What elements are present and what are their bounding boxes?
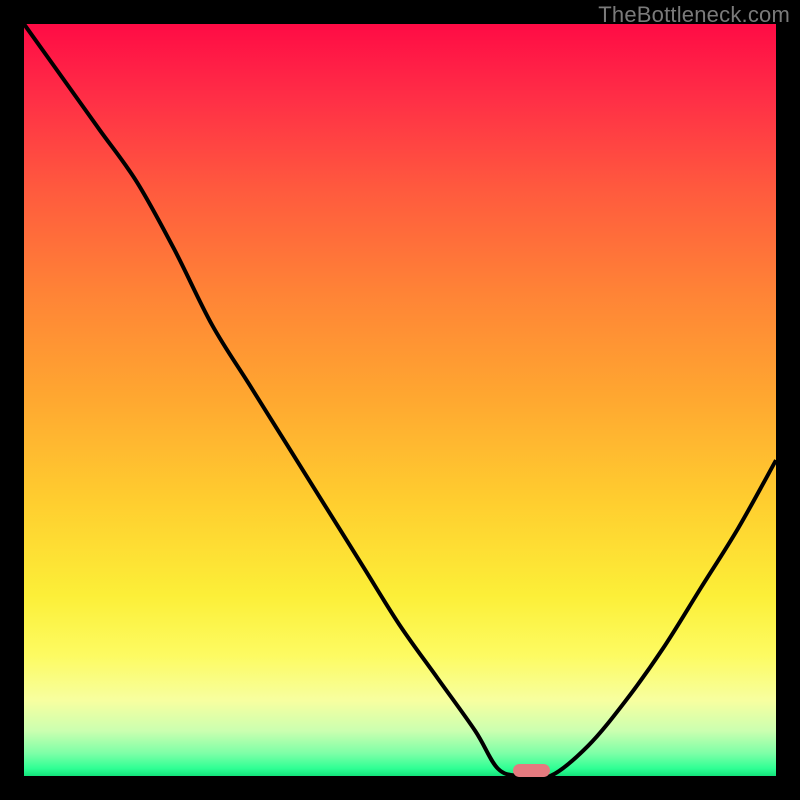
optimal-marker (513, 764, 551, 777)
plot-area (24, 24, 776, 776)
watermark-text: TheBottleneck.com (598, 2, 790, 28)
chart-frame: TheBottleneck.com (0, 0, 800, 800)
bottleneck-curve (24, 24, 776, 776)
